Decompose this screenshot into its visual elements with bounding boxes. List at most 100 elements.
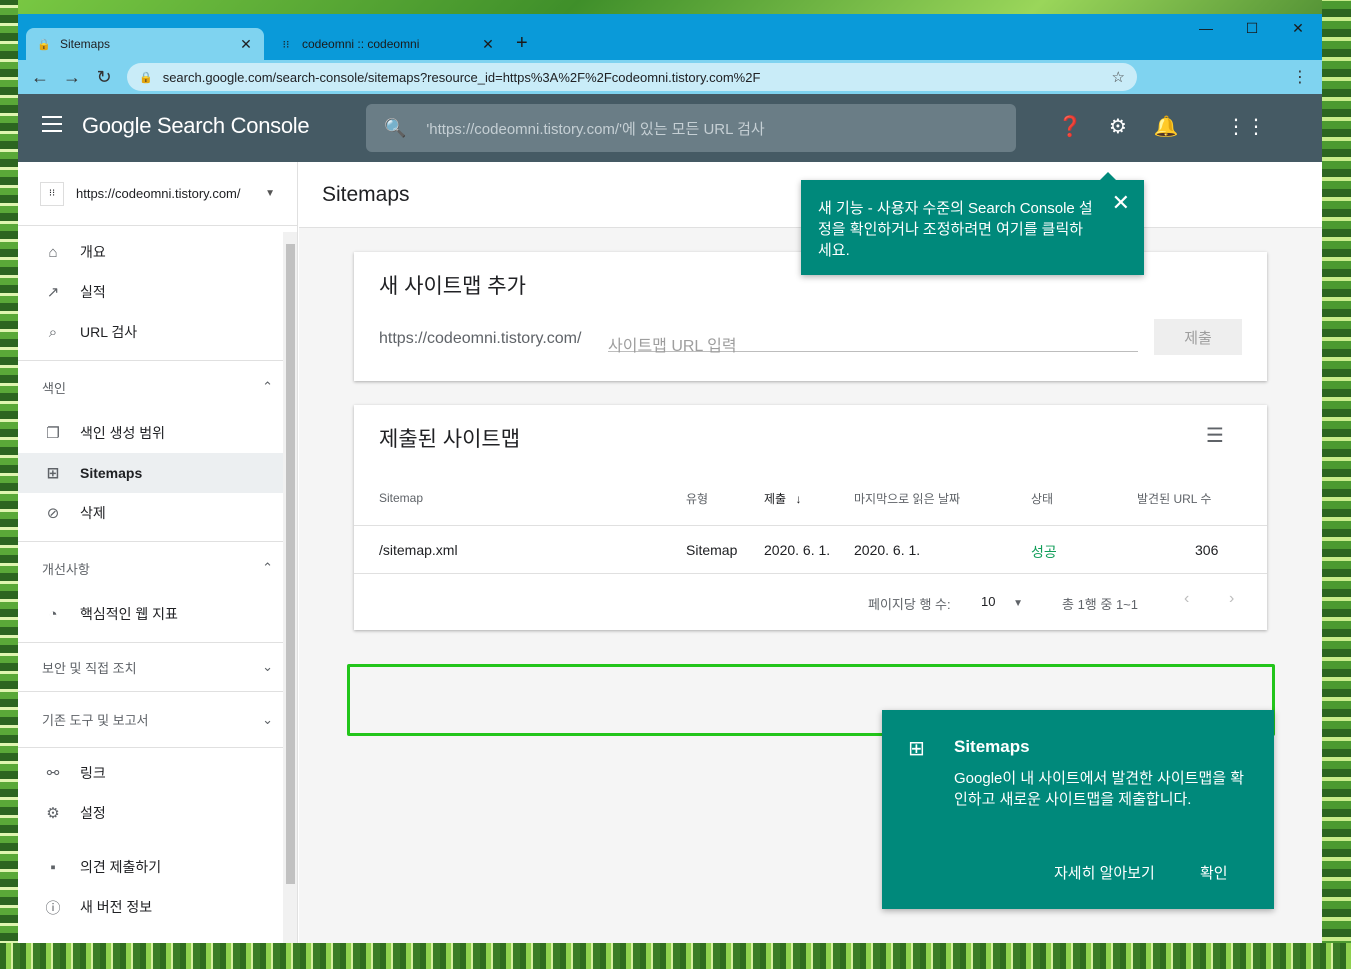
sitemap-icon: ⊞ (46, 465, 60, 482)
rows-per-page-select[interactable]: 10 ▼ (981, 594, 1023, 609)
close-tab-icon[interactable]: ✕ (238, 36, 254, 53)
desktop-wallpaper (1322, 0, 1351, 969)
app-logo[interactable]: Google Search Console (82, 113, 310, 139)
desktop-wallpaper (0, 0, 18, 969)
tab-sitemaps[interactable]: 🔒 Sitemaps ✕ (26, 28, 264, 60)
sidebar-item-url-inspection[interactable]: ⌕ URL 검사 (18, 312, 297, 352)
ok-button[interactable]: 확인 (1200, 862, 1228, 883)
links-icon: ⚯ (46, 765, 60, 782)
sidebar-item-label: 링크 (80, 765, 106, 781)
column-header-status[interactable]: 상태 (1031, 490, 1053, 507)
cell-last-read: 2020. 6. 1. (854, 542, 921, 558)
property-url: https://codeomni.tistory.com/ (76, 186, 241, 201)
rows-per-page-label: 페이지당 행 수: (868, 597, 951, 612)
column-header-discovered-urls[interactable]: 발견된 URL 수 (1137, 490, 1211, 507)
chevron-down-icon: ▼ (265, 188, 275, 199)
minimize-button[interactable]: — (1186, 20, 1226, 36)
new-feature-tooltip: 새 기능 - 사용자 수준의 Search Console 설정을 확인하거나 … (801, 172, 1144, 275)
next-page-icon[interactable]: › (1229, 590, 1234, 608)
sidebar-item-overview[interactable]: ⌂ 개요 (18, 232, 297, 272)
cell-sitemap: /sitemap.xml (379, 542, 458, 558)
browser-toolbar: ← → ↻ 🔒 search.google.com/search-console… (18, 60, 1322, 94)
sidebar-item-label: 의견 제출하기 (80, 859, 162, 875)
sidebar-item-label: 색인 생성 범위 (80, 425, 166, 441)
property-selector[interactable]: ⁝⁝ https://codeomni.tistory.com/ ▼ (18, 162, 297, 226)
sidebar-item-whats-new[interactable]: ⓘ 새 버전 정보 (18, 887, 297, 927)
sidebar-item-label: 새 버전 정보 (80, 899, 153, 915)
pagination-range: 총 1행 중 1~1 (1062, 597, 1138, 612)
sidebar-item-sitemaps[interactable]: ⊞ Sitemaps (18, 453, 297, 493)
column-header-last-read[interactable]: 마지막으로 읽은 날짜 (854, 490, 960, 507)
browser-menu-icon[interactable]: ⋮ (1292, 67, 1308, 87)
close-icon[interactable]: ✕ (1112, 192, 1130, 214)
sitemap-icon: ⊞ (908, 738, 925, 760)
user-settings-icon[interactable]: ⚙ (1104, 114, 1132, 139)
column-header-type[interactable]: 유형 (686, 490, 708, 507)
cell-urls: 306 (1195, 542, 1219, 558)
sidebar-item-label: Sitemaps (80, 465, 143, 481)
tab-title: codeomni :: codeomni (302, 37, 420, 51)
chevron-down-icon: ⌄ (262, 711, 273, 727)
close-window-button[interactable]: ✕ (1278, 20, 1318, 37)
filter-icon[interactable]: ☰ (1206, 423, 1224, 448)
sitemap-url-input[interactable]: 사이트맵 URL 입력 (608, 324, 1138, 355)
forward-icon[interactable]: → (56, 67, 88, 88)
section-legacy-tools[interactable]: 기존 도구 및 보고서 ⌄ (18, 691, 297, 747)
back-icon[interactable]: ← (24, 67, 56, 88)
address-bar[interactable]: 🔒 search.google.com/search-console/sitem… (127, 63, 1137, 91)
info-card-description: Google이 내 사이트에서 발견한 사이트맵을 확인하고 새로운 사이트맵을… (954, 770, 1245, 808)
cell-submitted: 2020. 6. 1. (764, 542, 831, 558)
maximize-button[interactable]: ☐ (1232, 20, 1272, 37)
chevron-up-icon: ⌃ (262, 379, 273, 394)
info-icon: ⓘ (45, 899, 61, 917)
section-enhancements[interactable]: 개선사항 ⌃ (18, 542, 297, 594)
sitemap-url-prefix: https://codeomni.tistory.com/ (379, 330, 582, 347)
sidebar-item-label: URL 검사 (80, 324, 138, 340)
arrow-down-icon: ↓ (795, 492, 802, 506)
sidebar-item-core-web-vitals[interactable]: ◔ 핵심적인 웹 지표 (18, 594, 297, 634)
new-tab-button[interactable]: + (516, 32, 528, 55)
chevron-down-icon: ▼ (1013, 598, 1023, 609)
submit-button[interactable]: 제출 (1154, 319, 1242, 355)
bookmark-star-icon[interactable]: ☆ (1112, 68, 1125, 86)
sidebar-item-removals[interactable]: ⊘ 삭제 (18, 493, 297, 533)
table-row[interactable]: /sitemap.xml Sitemap 2020. 6. 1. 2020. 6… (354, 525, 1267, 574)
desktop-wallpaper (0, 943, 1351, 969)
lock-icon: 🔒 (139, 71, 153, 84)
sidebar-item-feedback[interactable]: ▪ 의견 제출하기 (18, 847, 297, 887)
notifications-bell-icon[interactable]: 🔔 (1152, 114, 1180, 139)
sidebar-scrollbar[interactable] (283, 232, 297, 943)
sidebar-item-label: 핵심적인 웹 지표 (80, 606, 178, 622)
section-label: 보안 및 직접 조치 (42, 660, 137, 676)
sidebar-item-label: 삭제 (80, 505, 106, 521)
search-icon: ⌕ (48, 323, 58, 341)
sidebar-item-performance[interactable]: ↗ 실적 (18, 272, 297, 312)
eye-off-icon: ⊘ (46, 505, 60, 522)
tab-codeomni[interactable]: ⁝⁝ codeomni :: codeomni ✕ (268, 28, 506, 60)
sitemaps-info-card: ⊞ Sitemaps Google이 내 사이트에서 발견한 사이트맵을 확인하… (882, 710, 1274, 909)
column-header-sitemap[interactable]: Sitemap (379, 491, 423, 505)
chevron-up-icon: ⌃ (262, 560, 273, 575)
section-label: 기존 도구 및 보고서 (42, 713, 149, 728)
learn-more-button[interactable]: 자세히 알아보기 (1054, 862, 1155, 883)
submitted-sitemaps-title: 제출된 사이트맵 (379, 428, 521, 451)
tab-strip: 🔒 Sitemaps ✕ ⁝⁝ codeomni :: codeomni ✕ +… (18, 14, 1322, 60)
sidebar-item-settings[interactable]: ⚙ 설정 (18, 793, 297, 833)
close-tab-icon[interactable]: ✕ (480, 36, 496, 53)
column-header-submitted[interactable]: 제출 ↓ (764, 490, 801, 507)
search-placeholder: 'https://codeomni.tistory.com/'에 있는 모든 U… (426, 120, 765, 138)
prev-page-icon[interactable]: ‹ (1184, 590, 1189, 608)
section-index[interactable]: 색인 ⌃ (18, 361, 297, 413)
reload-icon[interactable]: ↻ (88, 67, 120, 88)
menu-icon[interactable] (42, 116, 62, 132)
cell-type: Sitemap (686, 542, 738, 558)
section-label: 색인 (42, 380, 66, 396)
sidebar-item-links[interactable]: ⚯ 링크 (18, 753, 297, 793)
tooltip-text: 새 기능 - 사용자 수준의 Search Console 설정을 확인하거나 … (818, 200, 1093, 259)
section-security[interactable]: 보안 및 직접 조치 ⌄ (18, 643, 297, 691)
url-inspect-search[interactable]: 🔍 'https://codeomni.tistory.com/'에 있는 모든… (366, 104, 1016, 152)
add-sitemap-title: 새 사이트맵 추가 (379, 275, 526, 298)
help-icon[interactable]: ❓ (1056, 114, 1084, 139)
apps-grid-icon[interactable]: ⋮⋮ (1226, 114, 1266, 139)
sidebar-item-coverage[interactable]: ❐ 색인 생성 범위 (18, 413, 297, 453)
